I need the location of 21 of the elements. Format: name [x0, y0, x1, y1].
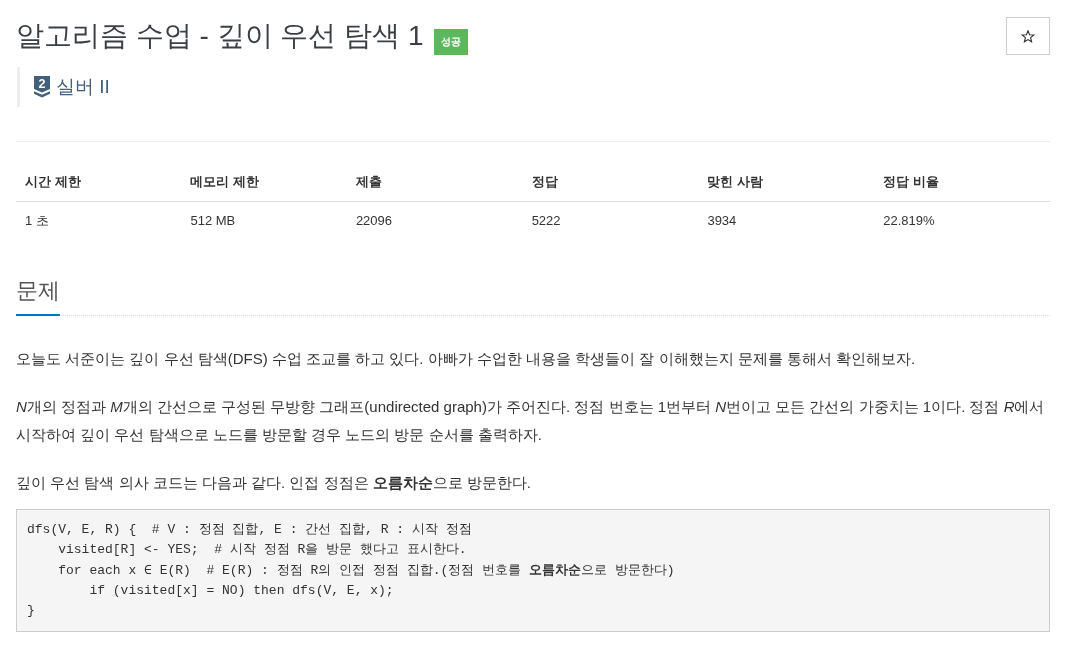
table-header-cell: 메모리 제한 — [181, 162, 347, 202]
favorite-button[interactable] — [1006, 17, 1050, 55]
result-badge: 성공 — [433, 29, 468, 55]
table-cell: 5222 — [522, 201, 699, 239]
problem-title: 알고리즘 수업 - 깊이 우선 탐색 1 — [16, 19, 424, 53]
table-cell: 512 MB — [181, 201, 347, 239]
table-header-cell: 시간 제한 — [16, 162, 182, 202]
table-header-cell: 정답 — [522, 162, 699, 202]
section-heading: 문제 — [16, 276, 60, 316]
table-cell: 1 초 — [16, 201, 182, 239]
code-block: dfs(V, E, R) { # V : 정점 집합, E : 간선 집합, R : 시작 정점 visited[R] <- YES; # 시작 정점 R을 방문 했다고 표시한다. for each x ∈ E(R) # E(R) : 정점 R의 인접 정점 집합.(정점 번호를 오름차순으로 방문한다) if (visited[x] = NO) then dfs(V, E, x); } — [16, 509, 1050, 633]
table-cell: 3934 — [698, 201, 875, 239]
problem-paragraph: 오늘도 서준이는 깊이 우선 탐색(DFS) 수업 조교를 하고 있다. 아빠가 수업한 내용을 학생들이 잘 이해했는지 문제를 통해서 확인해보자. — [16, 349, 917, 369]
problem-paragraph: 깊이 우선 탐색 의사 코드는 다음과 같다. 인접 정점은 오름차순으로 방문한다. — [16, 473, 533, 493]
table-header-cell: 정답 비율 — [874, 162, 1050, 202]
problem-paragraph: N개의 정점과 M개의 간선으로 구성된 무방향 그래프(undirected graph)가 주어진다. 정점 번호는 1번부터 N번이고 모든 간선의 가중치는 1이다. 정점 R에서 시작하여 깊이 우선 탐색으로 노드를 방문할 경우 노드의 방문 순서를 출력하자. — [16, 397, 1046, 445]
tier-link[interactable]: 실버 II — [56, 75, 110, 99]
table-header-cell: 제출 — [346, 162, 523, 202]
table-cell: 22096 — [346, 201, 523, 239]
table-header-cell: 맞힌 사람 — [698, 162, 875, 202]
table-cell: 22.819% — [874, 201, 1050, 239]
